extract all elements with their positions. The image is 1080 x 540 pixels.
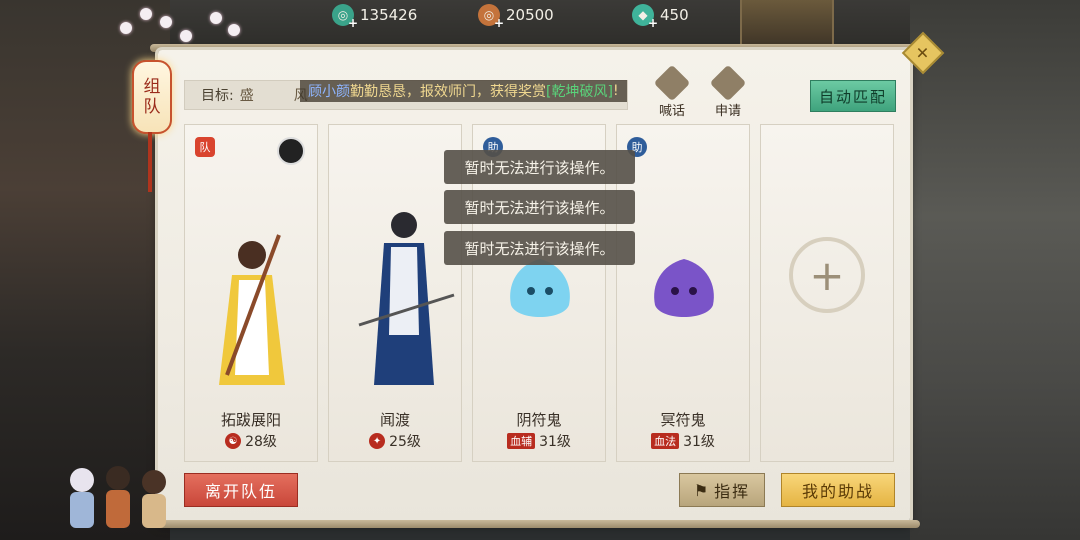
close-icon: ✕	[916, 43, 930, 63]
flag-icon: ⚑	[693, 480, 711, 500]
member-level: 血法 31级	[617, 431, 749, 451]
yin-yang-icon: ☯	[225, 433, 242, 449]
character-figure	[358, 212, 455, 385]
chibi-characters-decoration	[70, 466, 166, 528]
ghost-figure	[654, 259, 714, 317]
lantern-decoration	[740, 0, 834, 50]
member-level-value: 25级	[389, 434, 421, 450]
toast-message: 暂时无法进行该操作。	[444, 150, 635, 184]
member-card[interactable]: 闻渡 ✦ 25级	[328, 124, 462, 462]
lantern-tassel	[148, 132, 152, 192]
broadcast-text: 勤勤恳恳，报效师门，获得奖赏	[350, 84, 546, 100]
currency-gem[interactable]: ◆ + 450	[632, 4, 689, 30]
toast-message: 暂时无法进行该操作。	[444, 231, 635, 265]
character-figure	[219, 234, 285, 385]
green-gem-icon: ◆ +	[632, 4, 658, 30]
role-tag: 血法	[651, 433, 680, 449]
tab-team[interactable]: 组 队	[132, 60, 172, 134]
scroll-roll-bottom	[150, 520, 920, 528]
wolf-emblem-icon: ✦	[369, 433, 386, 449]
member-level-value: 28级	[245, 434, 277, 450]
member-level: ✦ 25级	[329, 431, 461, 451]
member-name: 冥符鬼	[660, 411, 706, 429]
ghost-figure	[510, 259, 570, 317]
system-broadcast: 顾小颜 勤勤恳恳，报效师门，获得奖赏 [乾坤破风] !	[300, 80, 627, 102]
shout-label: 喊话	[658, 104, 685, 119]
member-name: 阴符鬼	[516, 411, 562, 429]
copper-coin-icon: ◎ +	[478, 4, 504, 30]
blossom-decoration	[140, 8, 152, 20]
target-value: 盛	[239, 88, 254, 104]
background-stairs-right	[910, 0, 1080, 540]
leader-badge: 队	[195, 137, 215, 157]
apply-label: 申请	[714, 104, 741, 119]
blossom-decoration	[228, 24, 240, 36]
role-tag: 血辅	[507, 433, 536, 449]
command-label: 指挥	[714, 482, 751, 501]
empty-slot-card[interactable]: +	[760, 124, 894, 462]
member-card[interactable]: 助 冥符鬼 血法 31级	[616, 124, 750, 462]
member-level: ☯ 28级	[185, 431, 317, 451]
currency-value: 450	[660, 6, 689, 24]
broadcast-player-name: 顾小颜	[308, 84, 350, 100]
target-label: 目标:	[201, 88, 234, 104]
blossom-decoration	[160, 16, 172, 28]
add-member-button[interactable]: +	[789, 237, 865, 313]
broadcast-end: !	[612, 83, 619, 99]
currency-value: 135426	[360, 6, 418, 24]
shout-icon	[653, 64, 691, 102]
currency-value: 20500	[506, 6, 554, 24]
member-name: 闻渡	[379, 411, 410, 429]
blossom-decoration	[180, 30, 192, 42]
toast-message: 暂时无法进行该操作。	[444, 190, 635, 224]
apply-icon	[709, 64, 747, 102]
plus-icon: +	[809, 250, 845, 300]
auto-match-button[interactable]: 自动匹配	[810, 80, 896, 112]
member-name: 拓跋展阳	[220, 411, 281, 429]
tab-label: 组	[143, 77, 161, 97]
apply-button[interactable]: 申请	[708, 64, 748, 122]
blossom-decoration	[210, 12, 222, 24]
currency-jade[interactable]: ◎ + 135426	[332, 4, 418, 30]
currency-copper[interactable]: ◎ + 20500	[478, 4, 554, 30]
broadcast-item: [乾坤破风]	[546, 84, 613, 100]
blossom-decoration	[120, 22, 132, 34]
member-level-value: 31级	[539, 434, 571, 450]
jade-coin-icon: ◎ +	[332, 4, 358, 30]
command-button[interactable]: ⚑ 指挥	[679, 473, 765, 507]
tab-label: 队	[143, 97, 161, 117]
member-level-value: 31级	[683, 434, 715, 450]
shout-button[interactable]: 喊话	[652, 64, 692, 122]
my-assist-button[interactable]: 我的助战	[781, 473, 895, 507]
member-level: 血辅 31级	[473, 431, 605, 451]
avatar[interactable]	[277, 137, 305, 165]
leave-team-button[interactable]: 离开队伍	[184, 473, 298, 507]
member-card[interactable]: 队 拓跋展阳 ☯ 28级	[184, 124, 318, 462]
